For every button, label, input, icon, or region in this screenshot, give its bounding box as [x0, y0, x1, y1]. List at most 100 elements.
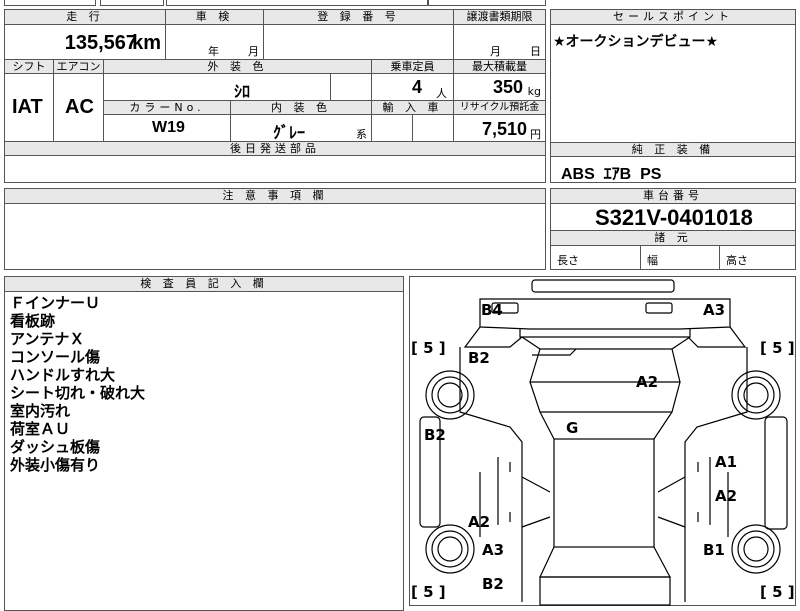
- door-handles: [509, 462, 699, 522]
- capacity-header: 乗車定員: [371, 59, 454, 74]
- rear-right-wheel: [731, 524, 781, 574]
- note-line: ダッシュ板傷: [10, 438, 101, 456]
- dimensions-width-label: 幅: [647, 254, 658, 267]
- tire-mark: [ 5 ]: [760, 339, 795, 357]
- damage-mark: A3: [703, 301, 726, 319]
- tailgate-outline: [539, 576, 671, 606]
- shift-cell: IAT: [4, 73, 54, 142]
- max-load-header: 最大積載量: [453, 59, 546, 74]
- shift-header: シフト: [4, 59, 54, 74]
- aircon-value: AC: [65, 96, 94, 118]
- later-parts-cell: [4, 155, 546, 183]
- interior-color-value: ｸﾞﾚｰ: [273, 125, 306, 142]
- rear-window-outline: [539, 546, 671, 578]
- exterior-color-value: ｼﾛ: [234, 84, 251, 101]
- exterior-color-extra-cell: [330, 73, 372, 101]
- front-bumper-outline: [531, 279, 675, 293]
- mileage-cell: 135,567 km: [4, 24, 166, 60]
- front-left-wheel: [425, 370, 475, 420]
- color-no-header: カラーNo.: [103, 100, 231, 115]
- tire-mark: [ 5 ]: [760, 583, 795, 601]
- damage-mark: G: [566, 419, 579, 437]
- front-right-wheel: [731, 370, 781, 420]
- inspector-notes-header: 検 査 員 記 入 欄: [4, 276, 404, 292]
- sales-point-cell: ★オークションデビュー★: [550, 24, 796, 143]
- genuine-equipment-header: 純 正 装 備: [550, 142, 796, 157]
- note-line: アンテナＸ: [10, 330, 85, 348]
- tire-mark: [ 5 ]: [411, 339, 446, 357]
- damage-mark: A2: [715, 487, 738, 505]
- windshield-top: [521, 336, 691, 350]
- damage-mark: A3: [482, 541, 505, 559]
- damage-mark: A1: [715, 453, 738, 471]
- interior-color-header: 内 装 色: [230, 100, 372, 115]
- grille-outline: [519, 329, 691, 338]
- recycle-deposit-header: リサイクル預託金: [453, 100, 546, 115]
- inspection-year-label: 年: [208, 45, 219, 58]
- damage-mark: B1: [703, 541, 725, 559]
- later-parts-header: 後日発送部品: [4, 141, 546, 156]
- note-line: コンソール傷: [10, 348, 101, 366]
- mileage-unit: km: [132, 32, 161, 54]
- recycle-deposit-value: 7,510: [481, 119, 527, 139]
- interior-color-cell: ｸﾞﾚｰ 系: [230, 114, 372, 142]
- max-load-value: 350: [492, 77, 523, 97]
- genuine-equipment-value: ABS ｴｱB PS: [561, 166, 662, 183]
- max-load-cell: 350 kg: [453, 73, 546, 101]
- rear-left-wheel: [425, 524, 475, 574]
- inspection-header: 車 検: [165, 9, 264, 25]
- note-line: シート切れ・破れ大: [10, 384, 146, 402]
- damage-mark: B2: [424, 426, 446, 444]
- registration-header: 登 録 番 号: [263, 9, 454, 25]
- aircon-cell: AC: [53, 73, 104, 142]
- capacity-unit: 人: [436, 87, 447, 100]
- recycle-deposit-cell: 7,510 円: [453, 114, 546, 142]
- exterior-color-header: 外 装 色: [103, 59, 372, 74]
- import-header: 輸 入 車: [371, 100, 454, 115]
- dimensions-width-cell: 幅: [640, 245, 720, 270]
- import-cell-1: [371, 114, 413, 142]
- vehicle-diagram-panel: B4 A3 B2 A2 B2 G A1 A2 A2 A3 B1 B2 [ 5 ]…: [409, 276, 796, 606]
- roof-pillars: [539, 411, 673, 440]
- note-line: ＦインナーＵ: [10, 294, 101, 312]
- recycle-deposit-unit: 円: [530, 128, 541, 141]
- mileage-header: 走 行: [4, 9, 166, 25]
- color-no-cell: W19: [103, 114, 231, 142]
- damage-mark: A2: [636, 373, 659, 391]
- dimensions-length-label: 長さ: [557, 254, 579, 267]
- damage-mark: B2: [468, 349, 490, 367]
- right-door-strip: [764, 416, 788, 530]
- genuine-equipment-cell: ABS ｴｱB PS: [550, 156, 796, 183]
- vehicle-diagram: [419, 279, 788, 606]
- interior-color-suffix: 系: [356, 128, 367, 141]
- chassis-cell: S321V-0401018: [550, 203, 796, 231]
- damage-mark: A2: [468, 513, 491, 531]
- mileage-value: 135,567: [64, 32, 137, 54]
- dimensions-header: 諸 元: [550, 230, 796, 246]
- dimensions-height-cell: 高さ: [719, 245, 796, 270]
- right-front-fender: [687, 326, 747, 348]
- inspection-month-label: 月: [248, 45, 259, 58]
- note-line: 室内汚れ: [10, 402, 71, 420]
- note-line: ハンドルすれ大: [10, 366, 116, 384]
- note-line: 看板跡: [10, 312, 56, 330]
- inspection-cell: 年 月: [165, 24, 264, 60]
- tire-mark: [ 5 ]: [411, 583, 446, 601]
- right-headlight: [645, 302, 673, 314]
- sales-point-header: セールスポイント: [550, 9, 796, 25]
- note-line: 荷室ＡＵ: [10, 420, 71, 438]
- registration-cell: [263, 24, 454, 60]
- left-door-lines: [479, 457, 551, 537]
- sales-point-text: ★オークションデビュー★: [553, 34, 719, 50]
- import-cell-2: [412, 114, 454, 142]
- chassis-header: 車台番号: [550, 188, 796, 204]
- inspector-notes-cell: ＦインナーＵ 看板跡 アンテナＸ コンソール傷 ハンドルすれ大 シート切れ・破れ…: [4, 291, 404, 611]
- chassis-value: S321V-0401018: [595, 205, 753, 230]
- color-no-value: W19: [152, 119, 185, 136]
- capacity-cell: 4 人: [371, 73, 454, 101]
- dimensions-height-label: 高さ: [726, 254, 748, 267]
- roof-outline: [553, 438, 655, 548]
- top-strip: [0, 0, 548, 7]
- caution-header: 注 意 事 項 欄: [4, 188, 546, 204]
- dimensions-length-cell: 長さ: [550, 245, 641, 270]
